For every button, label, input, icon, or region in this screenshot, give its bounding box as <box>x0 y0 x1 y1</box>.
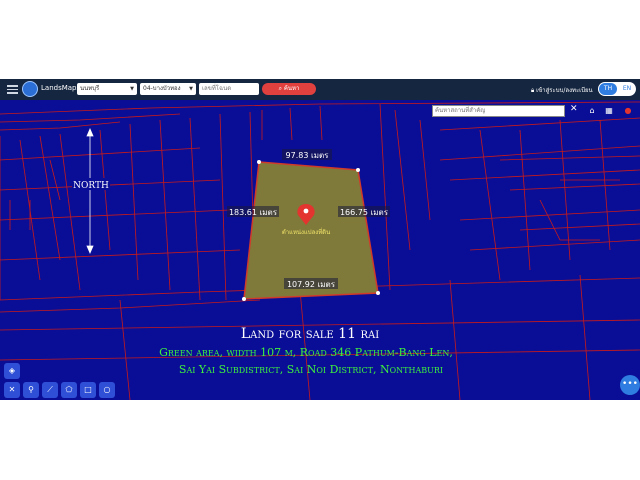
caption-line-3: Sai Yai Subdistrict, Sai Noi District, N… <box>179 363 443 376</box>
chevron-down-icon: ▼ <box>189 86 193 92</box>
province-select-value: นนทบุรี <box>80 85 100 92</box>
building-icon[interactable]: ▦ <box>603 105 615 117</box>
location-icon[interactable]: ● <box>622 105 634 117</box>
map-canvas[interactable]: NORTH 97.83 เมตร 183.61 เมตร 166.75 เมตร… <box>0 100 640 400</box>
place-search-input[interactable] <box>432 105 565 117</box>
province-select[interactable]: นนทบุรี ▼ <box>77 83 137 95</box>
close-icon[interactable]: ✕ <box>570 104 578 114</box>
top-navbar: LandsMaps นนทบุรี ▼ 04-บางบัวทอง ▼ ⌕ ค้น… <box>0 79 640 100</box>
district-select[interactable]: 04-บางบัวทอง ▼ <box>140 83 196 95</box>
search-button-label: ค้นหา <box>283 85 300 92</box>
search-icon: ⌕ <box>278 85 282 92</box>
search-button[interactable]: ⌕ ค้นหา <box>262 83 316 95</box>
home-icon[interactable]: ⌂ <box>586 105 598 117</box>
map-drawing: NORTH 97.83 เมตร 183.61 เมตร 166.75 เมตร… <box>0 101 640 400</box>
ruler-icon[interactable]: ✕ <box>4 382 20 398</box>
pin-icon[interactable]: ⚲ <box>23 382 39 398</box>
edge-length-right: 166.75 เมตร <box>340 208 389 217</box>
more-options-button[interactable]: ••• <box>620 375 640 395</box>
circle-icon[interactable]: ○ <box>99 382 115 398</box>
caption-line-2: Green area, width 107 m, Road 346 Pathum… <box>159 346 453 359</box>
polygon-icon[interactable]: ⬠ <box>61 382 77 398</box>
lang-th-button[interactable]: TH <box>599 83 617 95</box>
login-label: เข้าสู่ระบบ/ลงทะเบียน <box>536 87 593 94</box>
login-link[interactable]: 🔒︎ เข้าสู่ระบบ/ลงทะเบียน <box>531 85 593 95</box>
caption-title: Land for sale 11 rai <box>241 326 379 342</box>
north-label: NORTH <box>73 181 109 191</box>
lang-en-button[interactable]: EN <box>619 83 635 95</box>
edge-length-bottom: 107.92 เมตร <box>287 280 336 289</box>
lock-icon: 🔒︎ <box>531 87 535 94</box>
menu-icon[interactable] <box>7 85 18 94</box>
landsmaps-logo-icon <box>22 81 38 97</box>
pin-label: ตำแหน่งแปลงที่ดิน <box>282 228 330 236</box>
edge-length-left: 183.61 เมตร <box>229 208 278 217</box>
edge-length-top: 97.83 เมตร <box>286 151 330 160</box>
parcel-number-input[interactable] <box>199 83 259 95</box>
chevron-down-icon: ▼ <box>130 86 134 92</box>
layers-icon[interactable]: ◈ <box>4 363 20 379</box>
square-icon[interactable]: □ <box>80 382 96 398</box>
district-select-value: 04-บางบัวทอง <box>143 85 181 92</box>
north-arrow <box>86 127 94 255</box>
app-name: LandsMaps <box>41 84 81 92</box>
line-icon[interactable]: ⟋ <box>42 382 58 398</box>
language-toggle[interactable]: TH EN <box>598 82 636 96</box>
